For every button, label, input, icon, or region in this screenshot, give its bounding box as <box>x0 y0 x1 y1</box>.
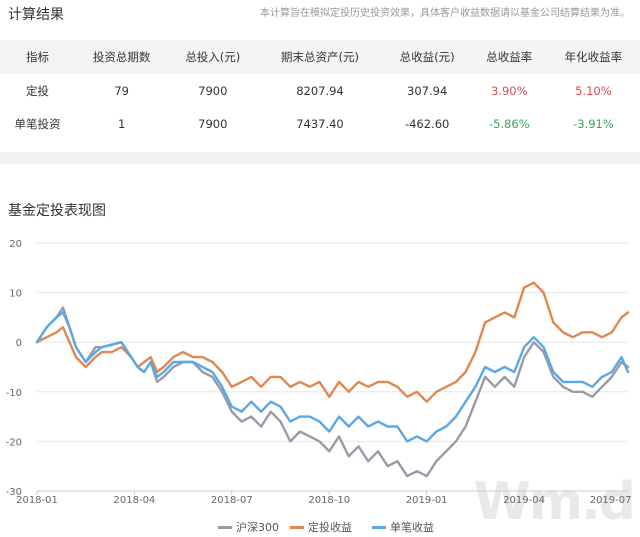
x-tick-label: 2019-07 <box>590 495 632 506</box>
legend-item-hs300[interactable]: 沪深300 <box>218 519 279 535</box>
cell-final-assets: 8207.94 <box>296 83 344 98</box>
x-tick-label: 2018-10 <box>308 495 350 506</box>
col-header: 期末总资产(元) <box>257 40 383 74</box>
table-row: 定投 79 7900 8207.94 307.94 3.90% 5.10% <box>0 74 640 107</box>
x-tick-label: 2019-01 <box>406 495 448 506</box>
cell-periods: 1 <box>118 116 126 131</box>
cell-return-rate: 3.90% <box>491 83 528 98</box>
cell-final-assets: 7437.40 <box>296 116 344 131</box>
legend-item-dingtou[interactable]: 定投收益 <box>290 519 352 535</box>
table-header-row: 指标 投资总期数 总投入(元) 期末总资产(元) 总收益(元) 总收益率 年化收… <box>0 40 640 74</box>
col-header: 总投入(元) <box>168 40 258 74</box>
y-tick-label: 10 <box>9 289 22 300</box>
y-tick-label: 0 <box>16 338 22 349</box>
col-header: 投资总期数 <box>75 40 169 74</box>
cell-invested: 7900 <box>198 83 228 98</box>
cell-periods: 79 <box>114 83 129 98</box>
col-header: 指标 <box>0 40 76 74</box>
x-tick-label: 2018-04 <box>114 495 156 506</box>
row-label: 单笔投资 <box>14 116 61 131</box>
cell-annual-rate: 5.10% <box>575 83 612 98</box>
col-header: 年化收益率 <box>546 40 640 74</box>
cell-total-return: -462.60 <box>404 116 450 131</box>
cell-annual-rate: -3.91% <box>573 116 614 131</box>
cell-invested: 7900 <box>198 116 228 131</box>
legend-item-danbi[interactable]: 单笔收益 <box>372 519 434 535</box>
x-tick-label: 2018-01 <box>16 495 58 506</box>
row-label: 定投 <box>26 83 50 98</box>
cell-total-return: 307.94 <box>407 83 448 98</box>
series-line-2[interactable] <box>35 311 630 443</box>
performance-chart: 20100-10-20-302018-01 2018-04 2018-07 2018-… <box>6 239 632 506</box>
results-title: 计算结果 <box>8 7 64 23</box>
legend-swatch <box>372 525 386 529</box>
chart-title: 基金定投表现图 <box>8 203 106 219</box>
chart-legend: 沪深300 定投收益 单笔收益 <box>0 519 640 535</box>
y-tick-label: -10 <box>6 388 22 399</box>
legend-label: 沪深300 <box>236 521 279 534</box>
disclaimer: 本计算旨在模拟定投历史投资效果，具体客户收益数据请以基金公司结算结果为准。 <box>260 8 630 19</box>
cell-return-rate: -5.86% <box>488 116 530 131</box>
col-header: 总收益(元) <box>382 40 472 74</box>
x-tick-label: 2019-04 <box>503 495 545 506</box>
results-table: 指标 投资总期数 总投入(元) 期末总资产(元) 总收益(元) 总收益率 年化收… <box>0 40 640 140</box>
y-tick-label: -20 <box>6 437 22 448</box>
section-divider <box>0 152 640 164</box>
legend-swatch <box>290 525 304 529</box>
legend-label: 定投收益 <box>308 521 352 534</box>
table-row: 单笔投资 1 7900 7437.40 -462.60 -5.86% -3.91… <box>0 107 640 140</box>
y-tick-label: 20 <box>9 239 22 250</box>
legend-label: 单笔收益 <box>390 521 434 534</box>
legend-swatch <box>218 525 232 529</box>
col-header: 总收益率 <box>471 40 547 74</box>
x-tick-label: 2018-07 <box>211 495 253 506</box>
